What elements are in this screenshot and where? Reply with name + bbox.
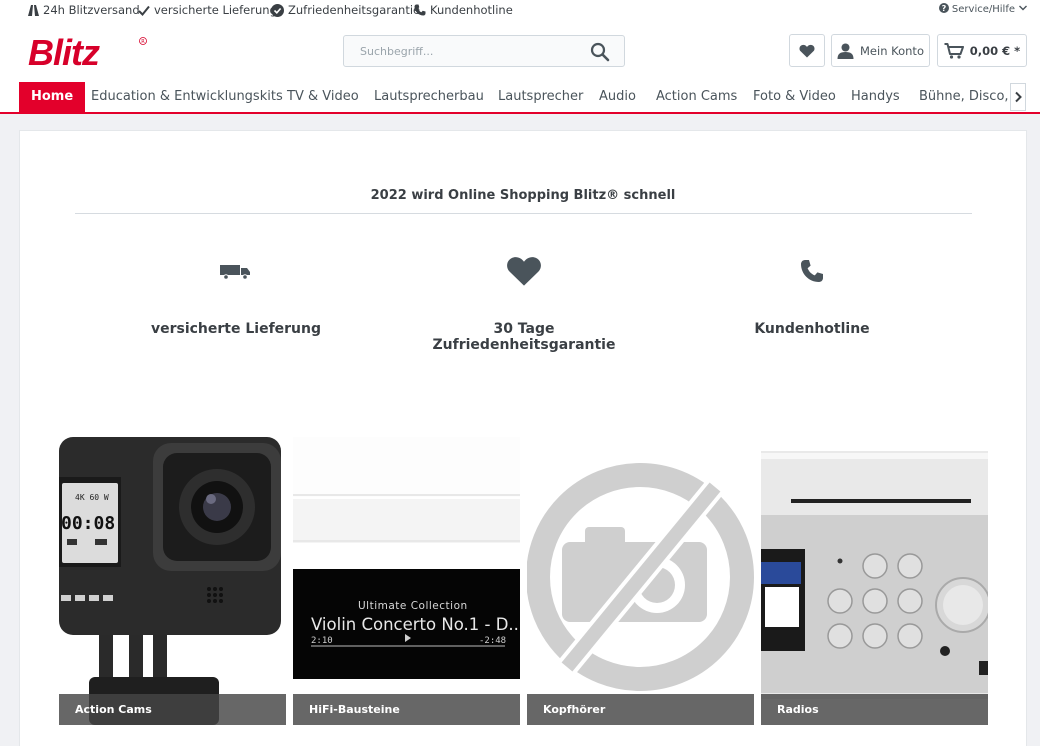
search-button[interactable] <box>590 42 610 62</box>
feature-versicherte-lieferung: versicherte Lieferung <box>116 251 356 337</box>
hifi-device-image: Ultimate Collection Violin Concerto No.1… <box>293 437 520 725</box>
divider <box>75 213 972 214</box>
chevron-right-icon <box>1015 91 1022 103</box>
account-button[interactable]: Mein Konto <box>831 34 930 67</box>
service-label: Service/Hilfe <box>951 4 1015 15</box>
top-bar: 24h Blitzversand versicherte Lieferung Z… <box>0 0 1040 22</box>
usp-blitzversand: 24h Blitzversand <box>28 3 140 17</box>
logo-text: Blitz <box>28 36 100 70</box>
nav-item-lautsprecher[interactable]: Lautsprecher <box>498 82 583 112</box>
heart-icon <box>799 44 815 57</box>
nav-item-tv-video[interactable]: TV & Video <box>287 82 359 112</box>
tile-caption: HiFi-Bausteine <box>293 694 520 725</box>
nav-item-handys[interactable]: Handys <box>851 82 900 112</box>
usp-zufriedenheitsgarantie: Zufriedenheitsgarantie <box>271 3 420 17</box>
category-tile-hifi-bausteine[interactable]: Ultimate Collection Violin Concerto No.1… <box>293 437 520 725</box>
category-tile-radios[interactable]: Radios <box>761 437 988 725</box>
feature-kundenhotline: Kundenhotline <box>692 251 932 337</box>
nav-item-foto-video[interactable]: Foto & Video <box>753 82 836 112</box>
tile-caption: Action Cams <box>59 694 286 725</box>
cart-button[interactable]: 0,00 € * <box>937 34 1027 67</box>
usp-label: Kundenhotline <box>430 3 513 17</box>
feature-label: versicherte Lieferung <box>150 321 322 337</box>
feature-zufriedenheitsgarantie: 30 Tage Zufriedenheitsgarantie <box>404 251 644 353</box>
search-input[interactable]: Suchbegriff... <box>343 35 625 67</box>
service-help-menu[interactable]: ? Service/Hilfe <box>938 3 1028 16</box>
phone-icon <box>414 4 426 16</box>
display-elapsed: 2:10 <box>311 636 333 646</box>
action-cam-image: 4K 60 W 00:08 <box>59 437 286 725</box>
road-icon <box>28 4 39 16</box>
display-remaining: -2:48 <box>479 636 506 646</box>
user-icon <box>837 43 854 59</box>
nav-item-action-cams[interactable]: Action Cams <box>656 82 737 112</box>
usp-label: versicherte Lieferung <box>154 3 277 17</box>
usp-label: 24h Blitzversand <box>43 3 140 17</box>
main-navigation: Home Education & Entwicklungskits TV & V… <box>0 80 1040 114</box>
display-title: Ultimate Collection <box>358 600 468 612</box>
nav-item-audio[interactable]: Audio <box>599 82 636 112</box>
blitz-logo[interactable]: Blitz R <box>28 32 148 73</box>
check-icon <box>138 5 150 16</box>
feature-label: 30 Tage Zufriedenheitsgarantie <box>432 321 616 353</box>
content-panel: 2022 wird Online Shopping Blitz® schnell… <box>19 130 1027 746</box>
account-label: Mein Konto <box>860 43 924 58</box>
heart-icon <box>507 257 541 286</box>
search-placeholder: Suchbegriff... <box>360 45 434 58</box>
search-icon <box>590 42 610 62</box>
slogan-heading: 2022 wird Online Shopping Blitz® schnell <box>370 188 676 203</box>
cart-total: 0,00 € * <box>969 43 1021 58</box>
tile-caption: Radios <box>761 694 988 725</box>
nav-item-home[interactable]: Home <box>19 82 86 112</box>
chevron-down-icon <box>1018 4 1028 15</box>
svg-text:R: R <box>141 39 145 45</box>
check-circle-icon <box>271 3 284 17</box>
category-tile-action-cams[interactable]: 4K 60 W 00:08 Action Cams <box>59 437 286 725</box>
radio-device-image <box>761 437 988 725</box>
svg-text:?: ? <box>942 4 947 13</box>
nav-scroll-right-button[interactable] <box>1010 83 1026 111</box>
phone-icon <box>801 260 823 282</box>
no-image-placeholder-icon <box>527 437 754 725</box>
camera-rec-label: 4K 60 W <box>75 493 109 502</box>
display-track: Violin Concerto No.1 - D... <box>311 615 520 634</box>
usp-kundenhotline: Kundenhotline <box>414 3 513 17</box>
nav-item-lautsprecherbau[interactable]: Lautsprecherbau <box>374 82 484 112</box>
nav-item-education[interactable]: Education & Entwicklungskits <box>91 82 283 112</box>
usp-label: Zufriedenheitsgarantie <box>288 3 421 17</box>
camera-time-label: 00:08 <box>61 513 115 534</box>
tile-caption: Kopfhörer <box>527 694 754 725</box>
question-circle-icon: ? <box>938 3 949 16</box>
nav-overflow: Bühne, Disco, Studio <box>915 80 1011 114</box>
category-tile-kopfhoerer[interactable]: Kopfhörer <box>527 437 754 725</box>
nav-item-buehne-disco[interactable]: Bühne, Disco, Studio <box>919 82 1011 112</box>
usp-versicherte-lieferung: versicherte Lieferung <box>138 3 277 17</box>
cart-icon <box>944 42 964 59</box>
feature-label: Kundenhotline <box>754 321 870 337</box>
truck-icon <box>220 265 250 280</box>
wishlist-button[interactable] <box>789 34 825 67</box>
header: Blitz R Suchbegriff... Mein Konto 0,00 €… <box>0 22 1040 80</box>
